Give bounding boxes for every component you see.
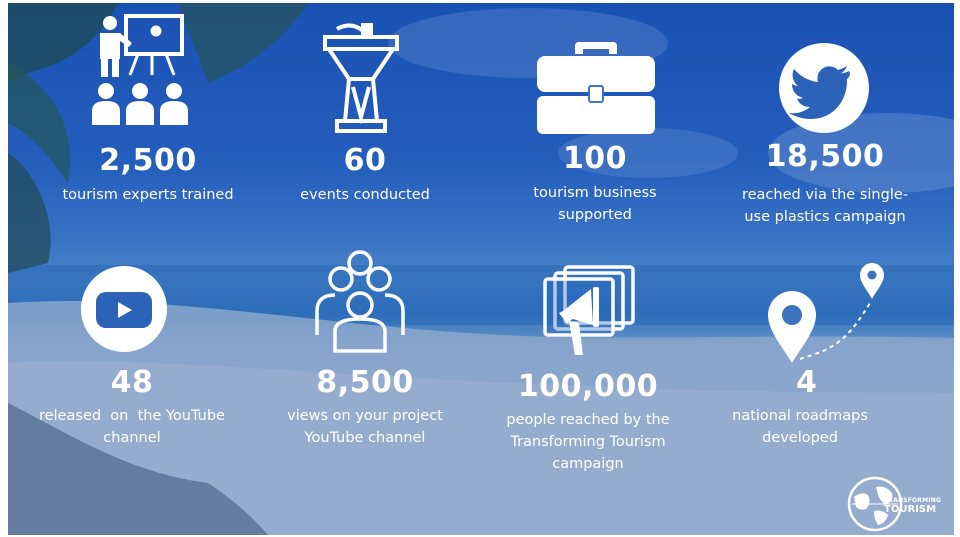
stat-value: 18,500 <box>765 139 885 174</box>
transforming-tourism-logo: TRANSFORMING TOURISM <box>846 471 944 533</box>
stat-caption: events conducted <box>300 187 430 203</box>
stat-events-conducted: 60 events conducted <box>255 143 475 206</box>
stat-national-roadmaps: 4 national roadmaps developed <box>700 365 900 449</box>
twitter-bird-icon <box>779 43 869 133</box>
youtube-play-icon <box>81 266 167 352</box>
stat-caption: released on the YouTube channel <box>39 408 225 446</box>
stat-value: 60 <box>343 143 387 178</box>
stat-caption: tourism business supported <box>533 185 657 223</box>
briefcase-icon <box>537 42 655 134</box>
stat-caption: views on your project YouTube channel <box>287 408 443 446</box>
stat-businesses-supported: 100 tourism business supported <box>485 141 705 226</box>
stat-caption: reached via the single- use plastics cam… <box>741 187 908 225</box>
logo-text-line1: TRANSFORMING <box>884 497 942 504</box>
stat-youtube-views: 8,500 views on your project YouTube chan… <box>254 365 476 449</box>
logo-text-line2: TOURISM <box>884 504 937 515</box>
map-route-pins-icon <box>768 263 884 363</box>
presentation-trainer-icon <box>92 14 188 125</box>
stat-value: 100,000 <box>517 369 659 404</box>
people-group-icon <box>315 250 405 353</box>
stat-caption: tourism experts trained <box>62 187 234 203</box>
stat-value: 8,500 <box>316 365 414 400</box>
stat-caption: people reached by the Transforming Touri… <box>506 412 670 472</box>
infographic-canvas: 2,500 tourism experts trained 60 events … <box>8 3 954 535</box>
stat-value: 48 <box>110 365 154 400</box>
stat-value: 4 <box>796 365 818 400</box>
stat-people-reached: 100,000 people reached by the Transformi… <box>474 369 702 475</box>
megaphone-screen-icon <box>543 265 635 355</box>
stat-experts-trained: 2,500 tourism experts trained <box>33 143 263 206</box>
podium-icon <box>323 23 399 133</box>
stat-youtube-released: 48 released on the YouTube channel <box>22 365 242 449</box>
stat-plastics-campaign: 18,500 reached via the single- use plast… <box>714 139 936 228</box>
stat-value: 2,500 <box>99 143 197 178</box>
stat-value: 100 <box>562 141 628 176</box>
stat-caption: national roadmaps developed <box>732 408 868 446</box>
